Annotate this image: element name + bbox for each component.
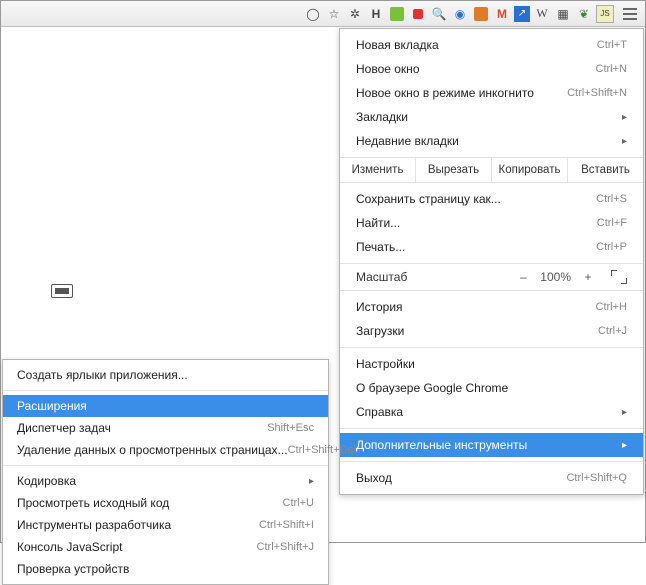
bold-h-icon[interactable]: H xyxy=(367,5,385,23)
chevron-right-icon: ▸ xyxy=(622,136,627,147)
globe-icon[interactable]: ◉ xyxy=(451,5,469,23)
flag-icon[interactable] xyxy=(388,5,406,23)
edit-row: Изменить Вырезать Копировать Вставить xyxy=(340,157,643,183)
evernote-icon[interactable]: ❦ xyxy=(575,5,593,23)
menu-help[interactable]: Справка ▸ xyxy=(340,400,643,424)
menu-recent-tabs[interactable]: Недавние вкладки ▸ xyxy=(340,129,643,153)
main-menu: Новая вкладка Ctrl+T Новое окно Ctrl+N Н… xyxy=(339,28,644,495)
menu-downloads[interactable]: Загрузки Ctrl+J xyxy=(340,319,643,343)
submenu-encoding[interactable]: Кодировка ▸ xyxy=(3,470,328,492)
menu-exit[interactable]: Выход Ctrl+Shift+Q xyxy=(340,466,643,490)
zoom-out-button[interactable]: – xyxy=(516,270,530,284)
menu-button[interactable] xyxy=(619,4,641,24)
zoom-in-button[interactable]: + xyxy=(581,270,595,284)
o-icon[interactable]: ◯ xyxy=(304,5,322,23)
separator xyxy=(340,347,643,348)
menu-about[interactable]: О браузере Google Chrome xyxy=(340,376,643,400)
chevron-right-icon: ▸ xyxy=(622,407,627,418)
chevron-right-icon: ▸ xyxy=(622,440,627,451)
fullscreen-icon[interactable] xyxy=(611,270,627,284)
qr-icon[interactable]: ▦ xyxy=(554,5,572,23)
wiki-icon[interactable]: W xyxy=(533,5,551,23)
menu-bookmarks[interactable]: Закладки ▸ xyxy=(340,105,643,129)
edit-copy-button[interactable]: Копировать xyxy=(492,158,568,182)
menu-new-window[interactable]: Новое окно Ctrl+N xyxy=(340,57,643,81)
magnify-icon[interactable]: 🔍 xyxy=(430,5,448,23)
menu-more-tools[interactable]: Дополнительные инструменты ▸ xyxy=(340,433,643,457)
submenu-task-manager[interactable]: Диспетчер задач Shift+Esc xyxy=(3,417,328,439)
box-icon[interactable] xyxy=(472,5,490,23)
menu-incognito[interactable]: Новое окно в режиме инкогнито Ctrl+Shift… xyxy=(340,81,643,105)
submenu-js-console[interactable]: Консоль JavaScript Ctrl+Shift+J xyxy=(3,536,328,558)
arrow-icon[interactable]: ↗ xyxy=(514,6,530,22)
edit-paste-button[interactable]: Вставить xyxy=(568,158,643,182)
submenu-dev-tools[interactable]: Инструменты разработчика Ctrl+Shift+I xyxy=(3,514,328,536)
zoom-label: Масштаб xyxy=(356,270,516,284)
menu-settings[interactable]: Настройки xyxy=(340,352,643,376)
separator xyxy=(340,428,643,429)
more-tools-submenu: Создать ярлыки приложения... Расширения … xyxy=(2,359,329,585)
square-icon[interactable] xyxy=(409,5,427,23)
menu-new-tab[interactable]: Новая вкладка Ctrl+T xyxy=(340,33,643,57)
edit-change-button[interactable]: Изменить xyxy=(340,158,416,182)
menu-shortcut: Ctrl+T xyxy=(597,39,627,51)
chevron-right-icon: ▸ xyxy=(622,112,627,123)
submenu-extensions[interactable]: Расширения xyxy=(3,395,328,417)
bug-icon[interactable]: ✲ xyxy=(346,5,364,23)
submenu-clear-browsing[interactable]: Удаление данных о просмотренных страница… xyxy=(3,439,328,461)
chevron-right-icon: ▸ xyxy=(309,476,314,487)
edit-cut-button[interactable]: Вырезать xyxy=(416,158,492,182)
js-icon[interactable]: JS xyxy=(596,5,614,23)
search-tools xyxy=(51,284,85,298)
menu-find[interactable]: Найти... Ctrl+F xyxy=(340,211,643,235)
keyboard-icon[interactable] xyxy=(51,284,73,298)
star-icon[interactable]: ☆ xyxy=(325,5,343,23)
menu-print[interactable]: Печать... Ctrl+P xyxy=(340,235,643,259)
menu-history[interactable]: История Ctrl+H xyxy=(340,295,643,319)
separator xyxy=(3,390,328,391)
gmail-icon[interactable]: M xyxy=(493,5,511,23)
zoom-row: Масштаб – 100% + xyxy=(340,263,643,291)
submenu-view-source[interactable]: Просмотреть исходный код Ctrl+U xyxy=(3,492,328,514)
submenu-create-shortcuts[interactable]: Создать ярлыки приложения... xyxy=(3,364,328,386)
menu-save-as[interactable]: Сохранить страницу как... Ctrl+S xyxy=(340,187,643,211)
zoom-value: 100% xyxy=(540,270,571,284)
separator xyxy=(3,465,328,466)
separator xyxy=(340,461,643,462)
menu-label: Новая вкладка xyxy=(356,38,597,52)
browser-toolbar: ◯ ☆ ✲ H 🔍 ◉ M ↗ W ▦ ❦ JS xyxy=(1,1,645,27)
submenu-inspect-devices[interactable]: Проверка устройств xyxy=(3,558,328,580)
